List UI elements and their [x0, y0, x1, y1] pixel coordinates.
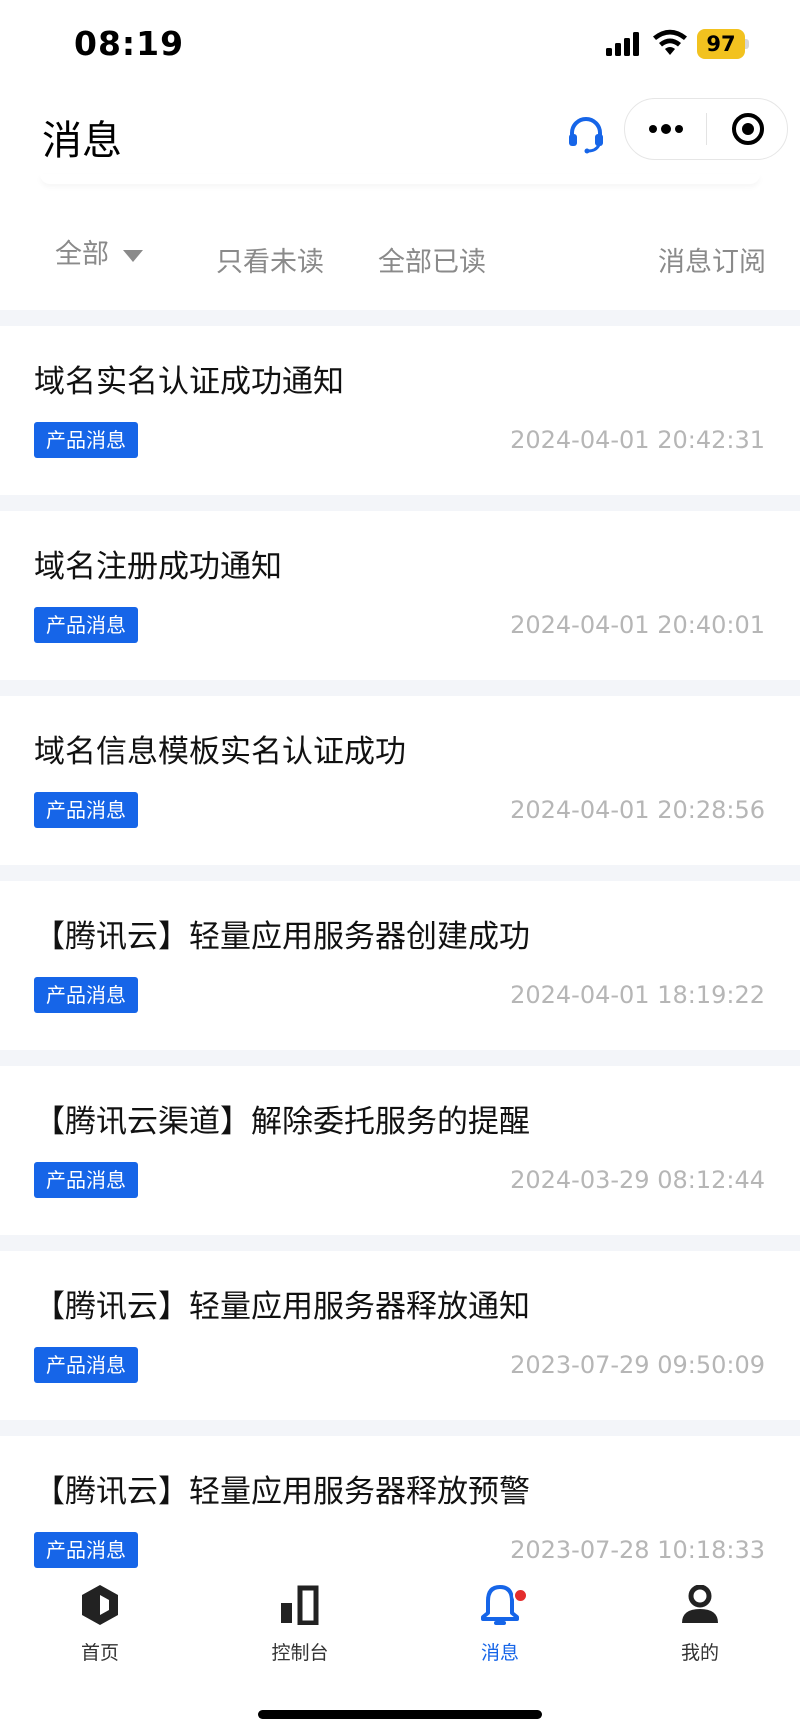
message-item[interactable]: 【腾讯云】轻量应用服务器释放通知 产品消息 2023-07-29 09:50:0… [0, 1251, 800, 1420]
message-title: 【腾讯云】轻量应用服务器创建成功 [34, 919, 530, 955]
message-title: 【腾讯云】轻量应用服务器释放预警 [34, 1474, 530, 1510]
nav-bar: 消息 [0, 92, 800, 182]
message-title: 域名实名认证成功通知 [34, 364, 344, 400]
tab-home[interactable]: 首页 [0, 1568, 200, 1668]
message-item[interactable]: 【腾讯云渠道】解除委托服务的提醒 产品消息 2024-03-29 08:12:4… [0, 1066, 800, 1235]
signal-bars-icon [606, 32, 639, 56]
message-title: 【腾讯云】轻量应用服务器释放通知 [34, 1289, 530, 1325]
filter-unread-button[interactable]: 只看未读 [216, 240, 324, 279]
user-icon [682, 1585, 718, 1623]
target-icon [732, 113, 764, 145]
tab-console-label: 控制台 [271, 1642, 329, 1664]
more-dots-icon [649, 124, 683, 134]
close-button[interactable] [707, 99, 789, 159]
battery-level: 97 [706, 32, 736, 56]
status-time: 08:19 [74, 24, 185, 63]
wifi-icon [653, 29, 687, 55]
miniprogram-capsule [624, 98, 788, 160]
cube-icon [82, 1585, 118, 1625]
tab-home-label: 首页 [80, 1642, 119, 1664]
message-time: 2024-03-29 08:12:44 [510, 1166, 765, 1194]
home-indicator[interactable] [258, 1710, 542, 1719]
message-time: 2023-07-29 09:50:09 [510, 1351, 765, 1379]
tab-console[interactable]: 控制台 [200, 1568, 400, 1668]
tab-profile[interactable]: 我的 [600, 1568, 800, 1668]
filter-bar: 全部 只看未读 全部已读 消息订阅 [0, 210, 800, 310]
nav-divider [40, 174, 760, 184]
message-tag: 产品消息 [34, 1347, 138, 1383]
battery-indicator: 97 [697, 29, 749, 59]
tab-profile-label: 我的 [680, 1642, 719, 1664]
more-button[interactable] [625, 99, 707, 159]
status-bar: 08:19 97 [0, 0, 800, 92]
message-time: 2024-04-01 20:40:01 [510, 611, 765, 639]
filter-all-dropdown[interactable]: 全部 [55, 232, 143, 271]
message-item[interactable]: 域名实名认证成功通知 产品消息 2024-04-01 20:42:31 [0, 326, 800, 495]
caret-down-icon [123, 249, 143, 262]
message-time: 2023-07-28 10:18:33 [510, 1536, 765, 1564]
message-title: 域名信息模板实名认证成功 [34, 734, 406, 770]
tab-bar: 首页 控制台 消息 我的 [0, 1568, 800, 1731]
message-tag: 产品消息 [34, 607, 138, 643]
message-subscribe-button[interactable]: 消息订阅 [658, 240, 766, 279]
headset-icon[interactable] [566, 114, 606, 154]
message-item[interactable]: 【腾讯云】轻量应用服务器创建成功 产品消息 2024-04-01 18:19:2… [0, 881, 800, 1050]
message-tag: 产品消息 [34, 1532, 138, 1568]
page-title: 消息 [42, 118, 122, 164]
message-time: 2024-04-01 20:42:31 [510, 426, 765, 454]
message-title: 【腾讯云渠道】解除委托服务的提醒 [34, 1104, 530, 1140]
message-list: 域名实名认证成功通知 产品消息 2024-04-01 20:42:31 域名注册… [0, 310, 800, 1621]
message-tag: 产品消息 [34, 422, 138, 458]
tab-messages[interactable]: 消息 [400, 1568, 600, 1668]
message-tag: 产品消息 [34, 792, 138, 828]
bar-chart-icon [281, 1585, 319, 1625]
tab-messages-label: 消息 [480, 1642, 519, 1664]
message-item[interactable]: 域名信息模板实名认证成功 产品消息 2024-04-01 20:28:56 [0, 696, 800, 865]
message-time: 2024-04-01 20:28:56 [510, 796, 765, 824]
message-tag: 产品消息 [34, 1162, 138, 1198]
message-tag: 产品消息 [34, 977, 138, 1013]
filter-all-label: 全部 [55, 239, 109, 270]
message-time: 2024-04-01 18:19:22 [510, 981, 765, 1009]
mark-all-read-button[interactable]: 全部已读 [378, 240, 486, 279]
unread-badge [513, 1588, 528, 1603]
message-title: 域名注册成功通知 [34, 549, 282, 585]
message-item[interactable]: 域名注册成功通知 产品消息 2024-04-01 20:40:01 [0, 511, 800, 680]
